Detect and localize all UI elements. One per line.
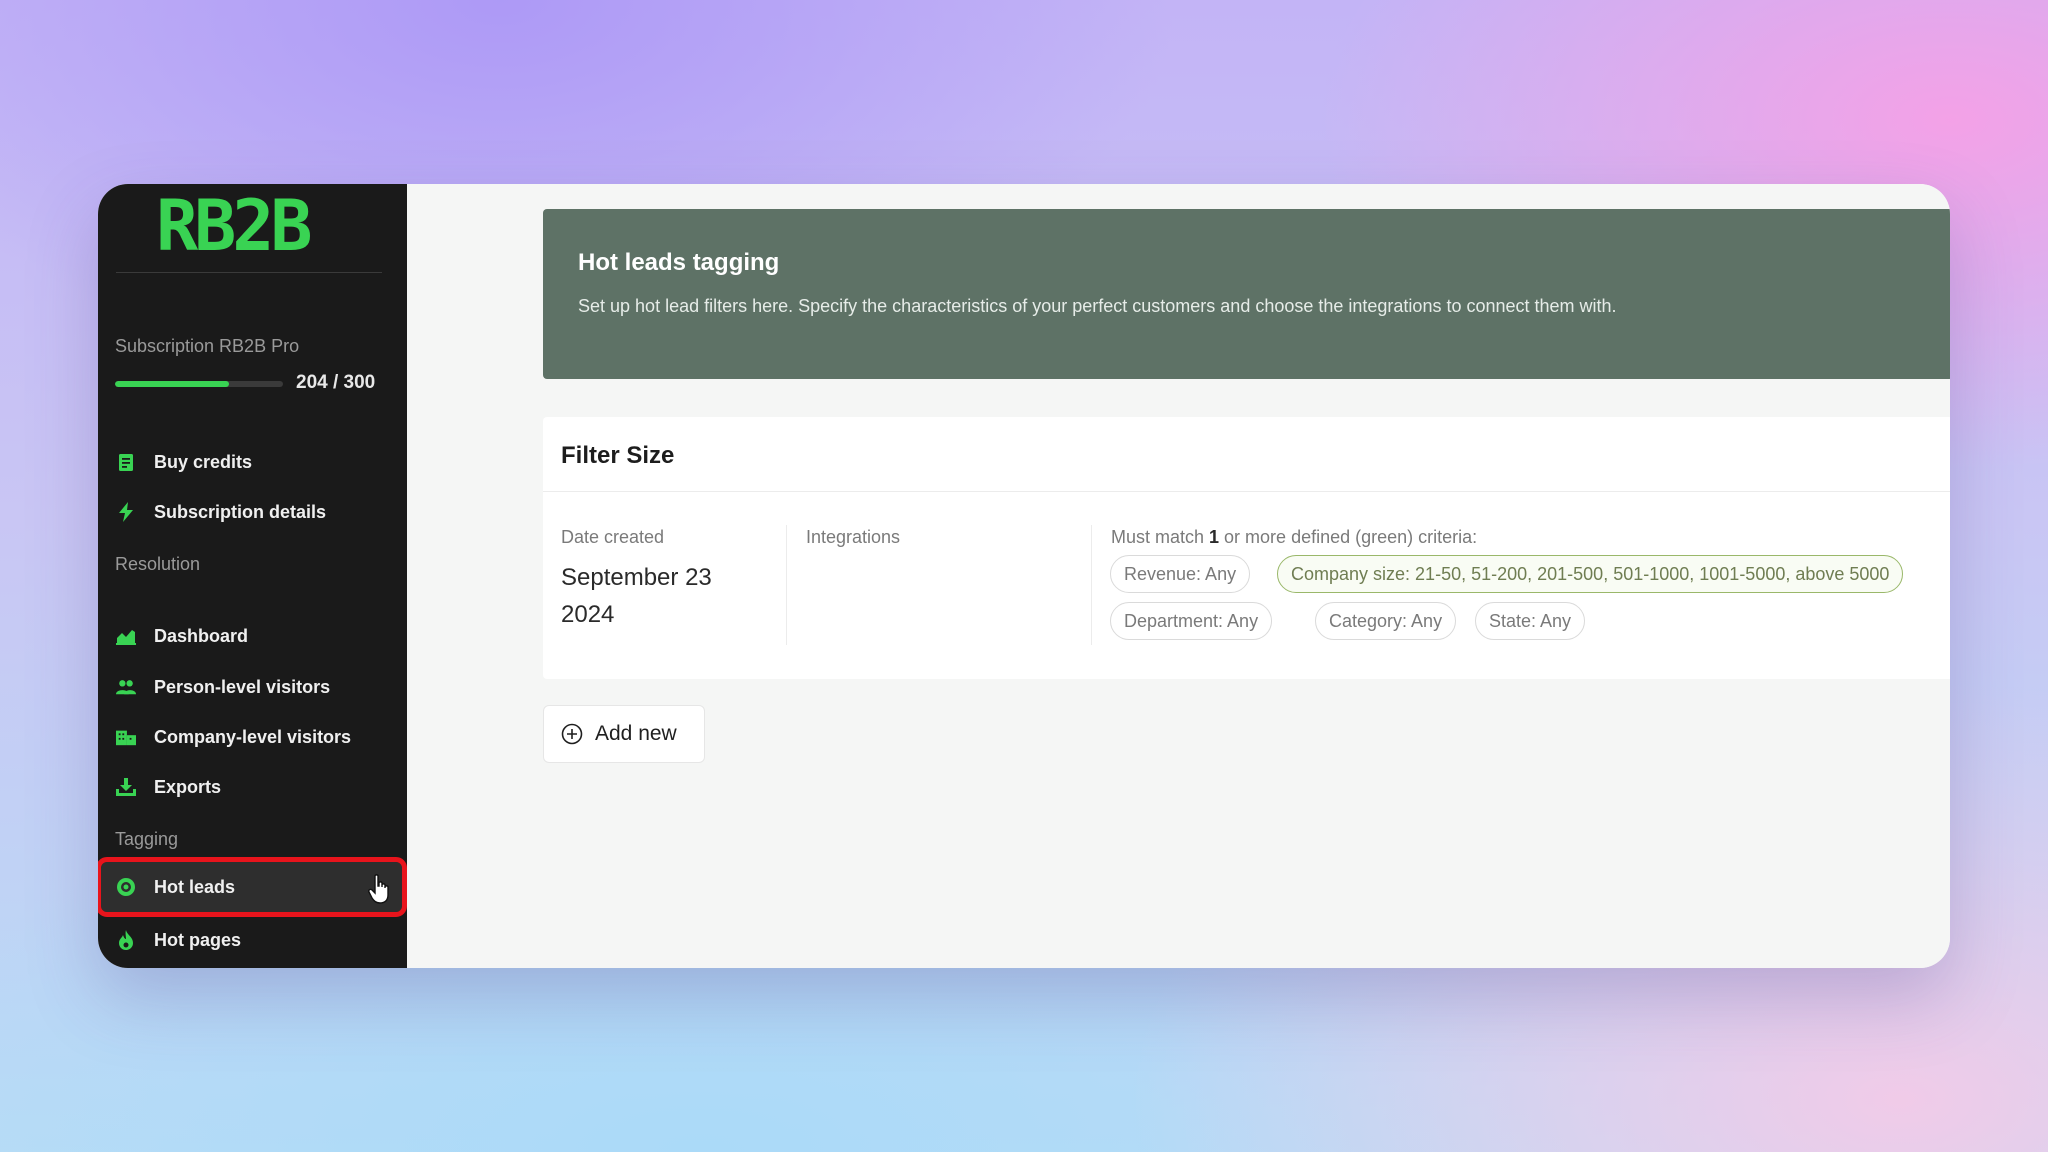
filter-title: Filter Size [561,442,675,469]
subscription-label: Subscription RB2B Pro [115,336,300,356]
main-content: Hot leads tagging Set up hot lead filter… [407,184,1950,968]
chip-department[interactable]: Department: Any [1110,602,1273,640]
sidebar-item-label: Hot pages [154,929,242,950]
column-divider [786,525,787,645]
page-title: Hot leads tagging [578,249,780,276]
criteria-suffix: or more defined (green) criteria: [1219,527,1478,547]
receipt-icon [116,452,136,472]
sidebar-item-hot-leads[interactable]: Hot leads [98,857,407,917]
building-icon [116,727,136,747]
app-window: RB2B Subscription RB2B Pro 204 / 300 Buy… [98,184,1950,968]
logo-divider [116,272,382,273]
sidebar-item-label: Exports [154,776,222,797]
credits-count: 204 / 300 [296,372,376,393]
hand-cursor-icon [368,874,389,904]
date-created-value: September 23 2024 [561,564,712,628]
chip-category[interactable]: Category: Any [1315,602,1457,640]
date-created-label: Date created [561,527,665,547]
add-new-label: Add new [595,722,677,745]
page-description: Set up hot lead filters here. Specify th… [578,296,1617,316]
sidebar: RB2B Subscription RB2B Pro 204 / 300 Buy… [98,184,407,968]
chip-company-size[interactable]: Company size: 21-50, 51-200, 201-500, 50… [1277,555,1904,593]
sidebar-item-person-level-visitors[interactable]: Person-level visitors [110,665,392,709]
chip-state[interactable]: State: Any [1475,602,1586,640]
integrations-label: Integrations [806,527,901,547]
sidebar-item-label: Person-level visitors [154,676,331,697]
sidebar-item-exports[interactable]: Exports [110,765,392,809]
section-label-tagging: Tagging [115,829,179,849]
people-icon [116,677,136,697]
section-label-resolution: Resolution [115,554,201,574]
filter-card[interactable]: Filter Size Date created September 23 20… [543,417,1950,679]
criteria-count: 1 [1209,527,1220,547]
lightning-icon [116,502,136,522]
column-divider [1091,525,1092,645]
svg-text:RB2B: RB2B [156,192,310,258]
target-icon [116,877,136,897]
card-divider [543,491,1950,492]
credits-progress-fill [115,381,230,387]
sidebar-item-hot-pages[interactable]: Hot pages [110,918,392,962]
criteria-label: Must match 1 or more defined (green) cri… [1111,527,1477,548]
plus-circle-icon [561,723,583,745]
download-icon [116,777,136,797]
hot-leads-banner: Hot leads tagging Set up hot lead filter… [543,209,1950,379]
chart-icon [116,626,136,646]
sidebar-item-dashboard[interactable]: Dashboard [110,614,392,658]
sidebar-item-label: Dashboard [154,625,249,646]
flame-icon [116,930,136,950]
sidebar-item-label: Subscription details [154,501,327,522]
sidebar-item-subscription-details[interactable]: Subscription details [110,490,392,534]
sidebar-item-label: Buy credits [154,451,253,472]
sidebar-item-label: Company-level visitors [154,726,352,747]
sidebar-item-company-level-visitors[interactable]: Company-level visitors [110,715,392,759]
add-new-button[interactable]: Add new [543,705,705,763]
credits-progress-bar [115,381,283,387]
criteria-prefix: Must match [1111,527,1210,547]
sidebar-item-label: Hot leads [154,876,236,897]
sidebar-item-buy-credits[interactable]: Buy credits [110,440,392,484]
chip-revenue[interactable]: Revenue: Any [1110,555,1251,593]
rb2b-logo[interactable]: RB2B [156,192,346,258]
